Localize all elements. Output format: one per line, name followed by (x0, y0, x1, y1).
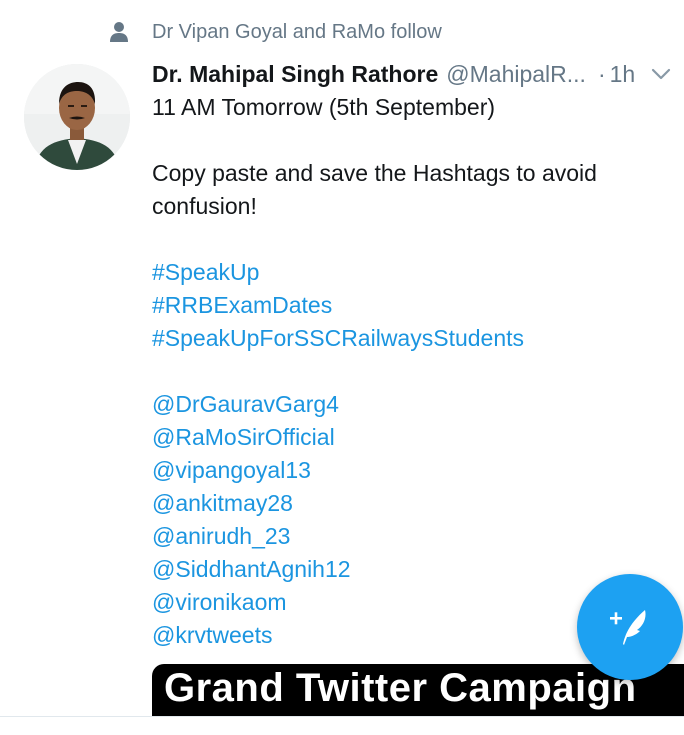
hashtag-link[interactable]: #SpeakUp (152, 256, 652, 289)
header-separator: · (597, 60, 606, 87)
tweet-text: 11 AM Tomorrow (5th September) Copy past… (152, 91, 652, 652)
mention-link[interactable]: @DrGauravGarg4 (152, 388, 652, 421)
tweet-timestamp[interactable]: 1h (610, 61, 636, 88)
divider (0, 716, 684, 717)
author-handle[interactable]: @MahipalR... (446, 61, 586, 88)
social-context-text: Dr Vipan Goyal and RaMo follow (152, 20, 442, 43)
mention-link[interactable]: @anirudh_23 (152, 520, 652, 553)
chevron-down-icon[interactable] (650, 66, 672, 82)
social-context[interactable]: Dr Vipan Goyal and RaMo follow (108, 17, 442, 47)
avatar[interactable] (24, 64, 130, 170)
tweet-header: Dr. Mahipal Singh Rathore @MahipalR... ·… (152, 57, 672, 91)
hashtag-link[interactable]: #RRBExamDates (152, 289, 652, 322)
hashtag-link[interactable]: #SpeakUpForSSCRailwaysStudents (152, 322, 652, 355)
mention-link[interactable]: @vironikaom (152, 586, 652, 619)
tweet-line: 11 AM Tomorrow (5th September) (152, 94, 496, 120)
avatar-image (24, 64, 130, 170)
mention-link[interactable]: @SiddhantAgnih12 (152, 553, 652, 586)
compose-tweet-icon (610, 610, 646, 645)
compose-tweet-button[interactable] (577, 574, 683, 680)
mention-link[interactable]: @RaMoSirOfficial (152, 421, 652, 454)
mention-link[interactable]: @ankitmay28 (152, 487, 652, 520)
tweet-line: confusion! (152, 193, 257, 219)
person-icon (110, 22, 128, 42)
mention-link[interactable]: @vipangoyal13 (152, 454, 652, 487)
media-caption: Grand Twitter Campaign (164, 666, 637, 710)
author-display-name[interactable]: Dr. Mahipal Singh Rathore (152, 61, 438, 88)
tweet-line: Copy paste and save the Hashtags to avoi… (152, 160, 597, 186)
